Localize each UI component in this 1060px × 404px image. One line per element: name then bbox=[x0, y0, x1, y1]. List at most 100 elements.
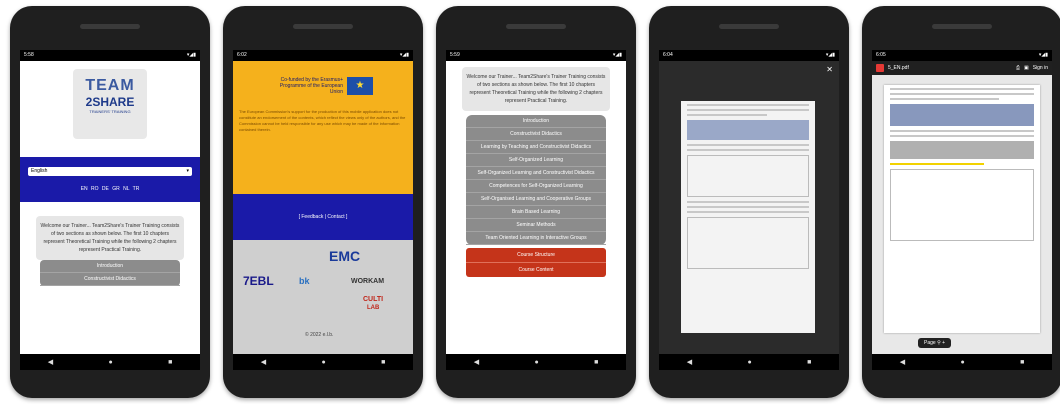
welcome-text: Welcome our Trainer... Team2Share's Trai… bbox=[462, 67, 610, 111]
phone-5: 6:05 ▾◢▮ 5_EN.pdf ⎙ ▣ Sign in Page ⚲ + ◀… bbox=[862, 6, 1060, 398]
pdf-page bbox=[884, 85, 1040, 333]
phone-4: 6:04 ▾◢▮ ✕ ◀ ● ■ bbox=[649, 6, 849, 398]
partner-logo: CULTI bbox=[363, 296, 384, 303]
pdf-file-icon bbox=[876, 64, 884, 72]
page-label: Page bbox=[924, 340, 936, 346]
speaker bbox=[506, 24, 566, 29]
partner-logo: bk bbox=[299, 276, 310, 286]
pdf-preview-overlay: ✕ bbox=[659, 61, 839, 354]
sign-in-link[interactable]: Sign in bbox=[1033, 65, 1048, 71]
chevron-down-icon: ▾ bbox=[186, 168, 189, 174]
status-icons: ▾◢▮ bbox=[825, 52, 835, 58]
status-icons: ▾◢▮ bbox=[1038, 52, 1048, 58]
phone-2: 6:02 ▾◢▮ Co-funded by the Erasmus+ Progr… bbox=[223, 6, 423, 398]
speaker bbox=[293, 24, 353, 29]
recents-icon[interactable]: ■ bbox=[168, 359, 172, 366]
screen-2: 6:02 ▾◢▮ Co-funded by the Erasmus+ Progr… bbox=[233, 50, 413, 370]
course-structure-button[interactable]: Course Structure bbox=[466, 248, 606, 262]
screen-1: 5:58 ▾◢▮ TEAM 2SHARE TRAINERS' TRAINING … bbox=[20, 50, 200, 370]
status-bar: 5:59 ▾◢▮ bbox=[446, 50, 626, 61]
close-icon[interactable]: ✕ bbox=[826, 65, 833, 74]
chapter-menu: Introduction Constructivist Didactics bbox=[40, 260, 180, 286]
menu-item[interactable]: Constructivist Didactics bbox=[466, 128, 606, 141]
pdf-page-thumbnail bbox=[681, 101, 815, 333]
home-icon[interactable]: ● bbox=[108, 359, 112, 366]
eu-funding-text: Co-funded by the Erasmus+ Programme of t… bbox=[279, 77, 343, 95]
menu-item[interactable]: Seminar Methods bbox=[466, 219, 606, 232]
pdf-toolbar: 5_EN.pdf ⎙ ▣ Sign in bbox=[872, 61, 1052, 75]
recents-icon[interactable]: ■ bbox=[594, 359, 598, 366]
recents-icon[interactable]: ■ bbox=[1020, 359, 1024, 366]
menu-item[interactable]: Introduction bbox=[466, 115, 606, 128]
nav-bar: ◀ ● ■ bbox=[446, 354, 626, 370]
welcome-text: Welcome our Trainer... Team2Share's Trai… bbox=[36, 216, 184, 260]
menu-item[interactable]: Team Oriented Learning in Interactive Gr… bbox=[466, 232, 606, 245]
menu-item[interactable]: Self-Organized Learning bbox=[466, 154, 606, 167]
nav-bar: ◀ ● ■ bbox=[872, 354, 1052, 370]
menu-item[interactable]: Constructivist Didactics bbox=[40, 273, 180, 286]
home-icon[interactable]: ● bbox=[747, 359, 751, 366]
menu-item[interactable]: Learning by Teaching and Constructivist … bbox=[466, 141, 606, 154]
partner-logo: WORKAM bbox=[351, 278, 385, 285]
course-content-button[interactable]: Course Content bbox=[466, 262, 606, 277]
menu-item[interactable]: Self-Organised Learning and Cooperative … bbox=[466, 193, 606, 206]
add-icon[interactable]: + bbox=[942, 340, 945, 346]
back-icon[interactable]: ◀ bbox=[48, 358, 53, 366]
menu-item[interactable]: Introduction bbox=[40, 260, 180, 273]
language-flags[interactable]: EN RO DE GR NL TR bbox=[28, 186, 192, 192]
menu-item[interactable]: Competences for Self-Organized Learning bbox=[466, 180, 606, 193]
back-icon[interactable]: ◀ bbox=[687, 358, 692, 366]
page-controls: Page ⚲ + bbox=[918, 338, 952, 348]
status-time: 6:04 bbox=[663, 52, 673, 58]
home-icon[interactable]: ● bbox=[534, 359, 538, 366]
screen-4: 6:04 ▾◢▮ ✕ ◀ ● ■ bbox=[659, 50, 839, 370]
copyright: © 2022 e.l.b. bbox=[305, 332, 334, 338]
partner-logo: 7EBL bbox=[243, 274, 274, 288]
speaker bbox=[719, 24, 779, 29]
language-select-value: English bbox=[31, 168, 48, 174]
team2share-logo: TEAM 2SHARE TRAINERS' TRAINING bbox=[73, 69, 147, 139]
screen-3: 5:59 ▾◢▮ Welcome our Trainer... Team2Sha… bbox=[446, 50, 626, 370]
partner-logos: EMC 7EBL bk WORKAM CULTI LAB © 2022 e.l.… bbox=[233, 240, 413, 354]
home-icon[interactable]: ● bbox=[321, 359, 325, 366]
recents-icon[interactable]: ■ bbox=[807, 359, 811, 366]
phone-1: 5:58 ▾◢▮ TEAM 2SHARE TRAINERS' TRAINING … bbox=[10, 6, 210, 398]
logo-2share-text: 2SHARE bbox=[85, 95, 135, 109]
status-icons: ▾◢▮ bbox=[186, 52, 196, 58]
logo-team-text: TEAM bbox=[85, 77, 135, 94]
status-time: 5:58 bbox=[24, 52, 34, 58]
status-icons: ▾◢▮ bbox=[612, 52, 622, 58]
recents-icon[interactable]: ■ bbox=[381, 359, 385, 366]
status-bar: 6:04 ▾◢▮ bbox=[659, 50, 839, 61]
course-buttons: Course Structure Course Content bbox=[466, 248, 606, 277]
back-icon[interactable]: ◀ bbox=[261, 358, 266, 366]
home-icon[interactable]: ● bbox=[960, 359, 964, 366]
disclaimer-text: The European Commission's support for th… bbox=[239, 109, 406, 132]
feedback-contact-links[interactable]: [ Feedback | Contact ] bbox=[299, 214, 348, 220]
back-icon[interactable]: ◀ bbox=[474, 358, 479, 366]
screen-5: 6:05 ▾◢▮ 5_EN.pdf ⎙ ▣ Sign in Page ⚲ + ◀… bbox=[872, 50, 1052, 370]
status-time: 6:02 bbox=[237, 52, 247, 58]
print-icon[interactable]: ⎙ bbox=[1016, 65, 1020, 71]
status-bar: 6:05 ▾◢▮ bbox=[872, 50, 1052, 61]
status-time: 5:59 bbox=[450, 52, 460, 58]
partner-logo: EMC bbox=[329, 248, 361, 264]
status-bar: 5:58 ▾◢▮ bbox=[20, 50, 200, 61]
eu-flag-icon: ★ bbox=[347, 77, 373, 95]
menu-item[interactable]: Self-Organized Learning and Constructivi… bbox=[466, 167, 606, 180]
speaker bbox=[80, 24, 140, 29]
nav-bar: ◀ ● ■ bbox=[233, 354, 413, 370]
logo-subtitle: TRAINERS' TRAINING bbox=[89, 109, 131, 114]
menu-item[interactable]: Brain Based Learning bbox=[466, 206, 606, 219]
back-icon[interactable]: ◀ bbox=[900, 358, 905, 366]
eu-funding-panel: Co-funded by the Erasmus+ Programme of t… bbox=[233, 61, 413, 194]
status-bar: 6:02 ▾◢▮ bbox=[233, 50, 413, 61]
pdf-filename: 5_EN.pdf bbox=[888, 65, 909, 71]
open-external-icon[interactable]: ▣ bbox=[1024, 65, 1029, 71]
language-band: English ▾ EN RO DE GR NL TR bbox=[20, 157, 200, 202]
links-band: [ Feedback | Contact ] bbox=[233, 194, 413, 240]
language-select[interactable]: English ▾ bbox=[28, 167, 192, 176]
phone-3: 5:59 ▾◢▮ Welcome our Trainer... Team2Sha… bbox=[436, 6, 636, 398]
nav-bar: ◀ ● ■ bbox=[20, 354, 200, 370]
status-icons: ▾◢▮ bbox=[399, 52, 409, 58]
